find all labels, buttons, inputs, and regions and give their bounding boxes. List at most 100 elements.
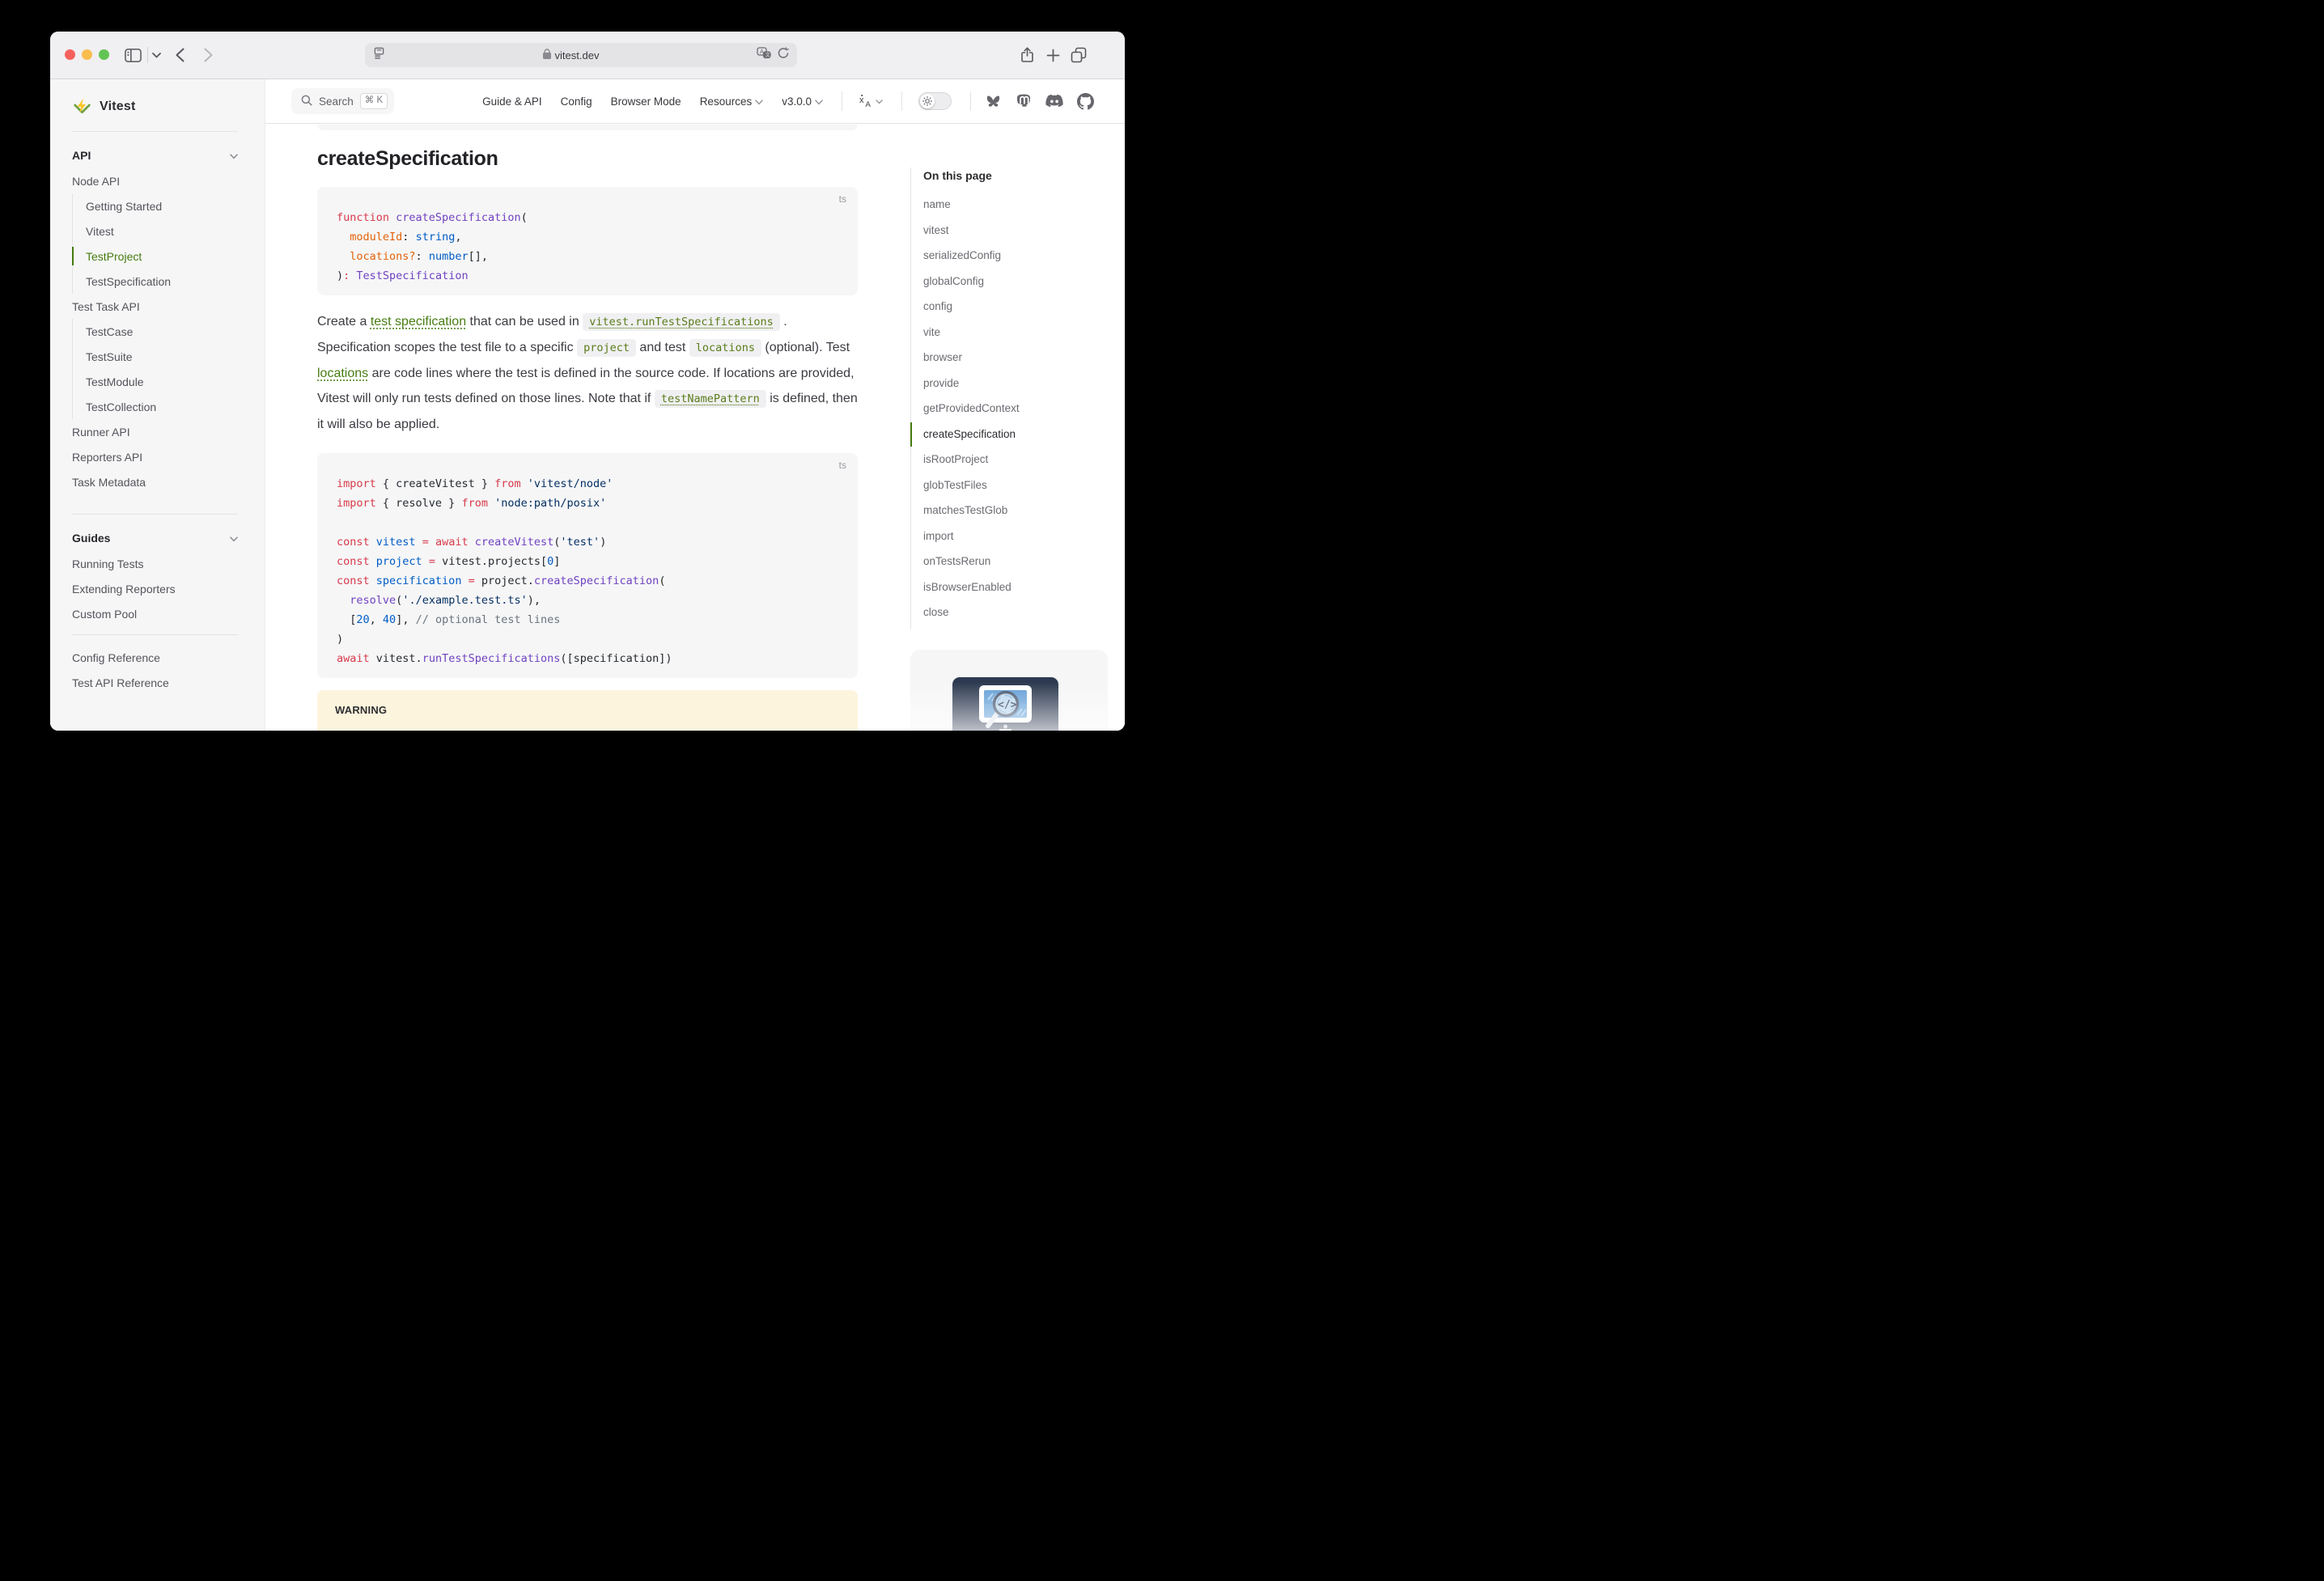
toc-active-marker <box>910 422 912 447</box>
toc-item-ontestsrerun[interactable]: onTestsRerun <box>923 549 1085 574</box>
share-icon[interactable] <box>1020 32 1034 78</box>
sidebar-group-label: API <box>72 149 91 162</box>
logo-text: Vitest <box>100 100 135 114</box>
code-line: locations?: number[], <box>317 247 858 266</box>
code-block-signature: ts function createSpecification( moduleI… <box>317 187 858 295</box>
vitest-logo[interactable]: Vitest <box>72 91 238 123</box>
sidebar-item-testproject[interactable]: TestProject <box>86 244 238 269</box>
lock-icon <box>543 49 551 61</box>
code-line: ): TestSpecification <box>317 266 858 286</box>
sidebar-item-vitest[interactable]: Vitest <box>86 218 238 244</box>
sidebar-item-testcase[interactable]: TestCase <box>86 319 238 344</box>
forward-button[interactable] <box>204 32 213 78</box>
sidebar-group-guides[interactable]: Guides <box>72 524 238 551</box>
vitest-logo-icon <box>72 97 92 117</box>
toc-item-close[interactable]: close <box>923 600 1085 625</box>
sidebar: Vitest APINode APIGetting StartedVitestT… <box>50 79 265 731</box>
bluesky-icon[interactable] <box>985 94 1002 109</box>
discord-icon[interactable] <box>1045 94 1063 108</box>
nav-link-guide-api[interactable]: Guide & API <box>482 95 542 108</box>
toc-item-globtestfiles[interactable]: globTestFiles <box>923 473 1085 498</box>
code-line: function createSpecification( <box>317 208 858 227</box>
toc-item-serializedconfig[interactable]: serializedConfig <box>923 243 1085 269</box>
sidebar-group-api[interactable]: API <box>72 142 238 168</box>
toc-item-globalconfig[interactable]: globalConfig <box>923 269 1085 295</box>
toc-item-vite[interactable]: vite <box>923 320 1085 345</box>
sidebar-item-testspecification[interactable]: TestSpecification <box>86 269 238 294</box>
reload-icon[interactable] <box>778 47 789 63</box>
toc-item-import[interactable]: import <box>923 523 1085 549</box>
sidebar-item-runner-api[interactable]: Runner API <box>72 419 238 444</box>
toc-item-getprovidedcontext[interactable]: getProvidedContext <box>923 396 1085 422</box>
mastodon-icon[interactable] <box>1016 93 1032 109</box>
zoom-window-button[interactable] <box>99 49 109 60</box>
warning-title: WARNING <box>335 704 840 716</box>
sidebar-item-test-api-reference[interactable]: Test API Reference <box>72 670 238 695</box>
code-line: import { resolve } from 'node:path/posix… <box>317 494 858 513</box>
back-button[interactable] <box>176 32 184 78</box>
new-tab-icon[interactable] <box>1046 32 1060 78</box>
sidebar-item-test-task-api[interactable]: Test Task API <box>72 294 238 319</box>
nav-link-config[interactable]: Config <box>561 95 592 108</box>
translate-icon[interactable]: A 文 <box>757 47 771 63</box>
chevron-down-icon <box>230 532 238 545</box>
reader-icon[interactable] <box>373 47 385 63</box>
sidebar-toggle-icon[interactable] <box>125 32 142 78</box>
toc-item-vitest[interactable]: vitest <box>923 218 1085 244</box>
theme-toggle[interactable] <box>918 92 952 110</box>
sidebar-item-task-metadata[interactable]: Task Metadata <box>72 469 238 494</box>
inline-link[interactable]: locations <box>317 367 368 380</box>
sidebar-item-extending-reporters[interactable]: Extending Reporters <box>72 576 238 601</box>
sidebar-chevron-down-icon[interactable] <box>152 32 161 78</box>
svg-text:文: 文 <box>765 52 770 58</box>
address-bar[interactable]: vitest.dev A 文 <box>365 43 797 67</box>
tab-overview-icon[interactable] <box>1071 32 1087 78</box>
sidebar-item-custom-pool[interactable]: Custom Pool <box>72 601 238 626</box>
nav-link-v3-0-0[interactable]: v3.0.0 <box>782 95 823 108</box>
language-button[interactable]: x A <box>859 94 883 108</box>
nav-link-label: Config <box>561 95 592 108</box>
nav-link-resources[interactable]: Resources <box>700 95 764 108</box>
nav-link-label: Browser Mode <box>611 95 681 108</box>
close-window-button[interactable] <box>65 49 75 60</box>
sidebar-item-reporters-api[interactable]: Reporters API <box>72 444 238 469</box>
inline-link[interactable]: vitest.runTestSpecifications <box>583 313 780 331</box>
warning-text: createSpecification expects resolved mod… <box>335 727 840 731</box>
warning-callout: WARNING createSpecification expects reso… <box>317 690 858 731</box>
sidebar-item-testcollection[interactable]: TestCollection <box>86 394 238 419</box>
toc-item-isrootproject[interactable]: isRootProject <box>923 447 1085 473</box>
toc-item-provide[interactable]: provide <box>923 371 1085 396</box>
inline-code: project <box>577 339 636 357</box>
url-text: vitest.dev <box>555 49 600 61</box>
sidebar-item-config-reference[interactable]: Config Reference <box>72 645 238 670</box>
translate-language-icon: x A <box>859 94 873 108</box>
search-button[interactable]: Search ⌘ K <box>291 88 394 114</box>
toc-item-matchestestglob[interactable]: matchesTestGlob <box>923 498 1085 523</box>
sidebar-item-running-tests[interactable]: Running Tests <box>72 551 238 576</box>
sidebar-item-node-api[interactable]: Node API <box>72 168 238 193</box>
toc-item-browser[interactable]: browser <box>923 345 1085 371</box>
minimize-window-button[interactable] <box>82 49 92 60</box>
nav-link-browser-mode[interactable]: Browser Mode <box>611 95 681 108</box>
sidebar-item-testmodule[interactable]: TestModule <box>86 369 238 394</box>
github-icon[interactable] <box>1077 93 1094 110</box>
svg-text:x: x <box>859 95 864 105</box>
toc-title: On this page <box>923 167 1085 184</box>
toc-item-isbrowserenabled[interactable]: isBrowserEnabled <box>923 574 1085 600</box>
sidebar-divider <box>72 131 238 132</box>
toc-item-config[interactable]: config <box>923 294 1085 320</box>
on-this-page: On this page namevitestserializedConfigg… <box>923 167 1085 625</box>
inline-link[interactable]: testNamePattern <box>655 390 766 408</box>
previous-codeblock-edge <box>317 125 858 130</box>
top-nav: Search ⌘ K Guide & API Config Browser Mode… <box>265 79 1125 124</box>
code-lang-badge: ts <box>839 193 846 205</box>
inline-link[interactable]: test specification <box>371 315 466 328</box>
sidebar-item-getting-started[interactable]: Getting Started <box>86 193 238 218</box>
description-paragraph: Create a test specification that can be … <box>317 309 858 437</box>
toc-item-name[interactable]: name <box>923 192 1085 218</box>
browser-toolbar: vitest.dev A 文 <box>50 32 1125 79</box>
toc-item-createspecification[interactable]: createSpecification <box>923 422 1085 447</box>
sponsor-card[interactable]: </> <box>910 650 1108 731</box>
sidebar-divider <box>72 514 238 515</box>
sidebar-item-testsuite[interactable]: TestSuite <box>86 344 238 369</box>
